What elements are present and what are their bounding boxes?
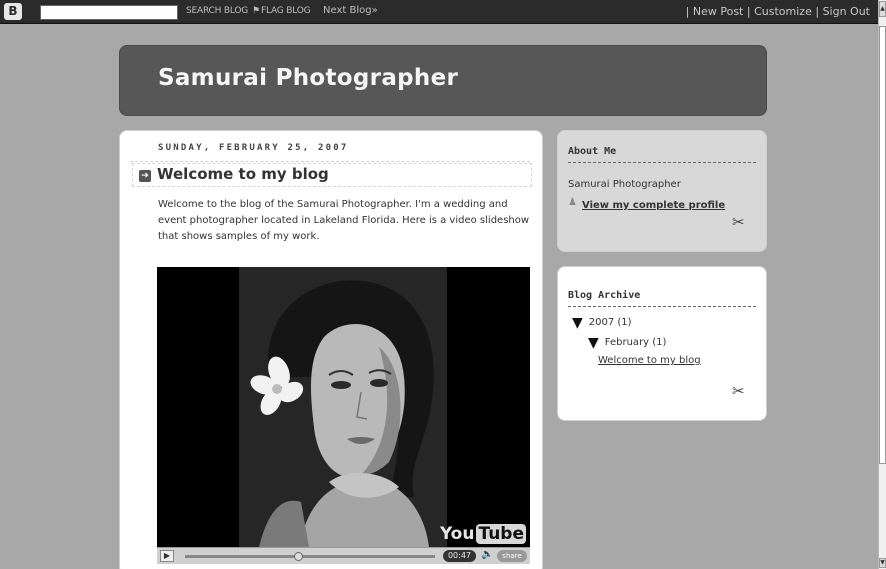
- time-display: 00:47: [443, 550, 476, 562]
- search-blog-button[interactable]: SEARCH BLOG: [186, 6, 248, 16]
- main-column: SUNDAY, FEBRUARY 25, 2007 ➔ Welcome to m…: [119, 130, 543, 569]
- archive-year-label[interactable]: 2007 (1): [589, 317, 632, 328]
- triangle-down-icon[interactable]: ▼: [588, 335, 599, 351]
- archive-post-link[interactable]: Welcome to my blog: [598, 355, 701, 366]
- view-profile-link[interactable]: View my complete profile: [582, 200, 725, 211]
- vertical-scrollbar[interactable]: ▲ ▼: [878, 0, 886, 569]
- progress-knob[interactable]: [293, 552, 303, 561]
- video-controls: ▶ 00:47 🔈 share: [157, 547, 530, 564]
- scroll-up-arrow-icon[interactable]: ▲: [879, 1, 886, 17]
- about-me-title: About Me: [568, 146, 617, 157]
- volume-icon[interactable]: 🔈: [481, 549, 493, 560]
- tools-icon[interactable]: ✂: [732, 213, 745, 231]
- post-title-box: ➔ Welcome to my blog: [132, 163, 532, 187]
- post-body: Welcome to the blog of the Samurai Photo…: [158, 199, 530, 242]
- sign-out-link[interactable]: Sign Out: [823, 5, 870, 18]
- date-header: SUNDAY, FEBRUARY 25, 2007: [158, 143, 349, 153]
- search-input[interactable]: [40, 5, 178, 20]
- divider: [568, 162, 756, 163]
- play-icon[interactable]: ▶: [160, 550, 174, 562]
- profile-name: Samurai Photographer: [568, 179, 681, 190]
- nav-separator: |: [685, 5, 690, 18]
- scroll-thumb[interactable]: [879, 26, 886, 464]
- divider: [130, 161, 530, 162]
- person-icon: ♟: [568, 197, 577, 208]
- blog-archive-widget: Blog Archive ▼ 2007 (1) ▼ February (1) Wel…: [557, 266, 767, 421]
- blogger-navbar: B SEARCH BLOG ⚑ FLAG BLOG Next Blog» | N…: [0, 0, 878, 24]
- customize-link[interactable]: Customize: [754, 5, 812, 18]
- youtube-logo-you: You: [439, 524, 475, 544]
- portrait-image: [239, 267, 447, 547]
- new-post-link[interactable]: New Post: [693, 5, 744, 18]
- archive-post-link-label[interactable]: Welcome to my blog: [598, 355, 701, 366]
- video-frame-portrait[interactable]: [239, 267, 447, 547]
- archive-month[interactable]: ▼ February (1): [588, 335, 666, 351]
- blogger-logo-icon[interactable]: B: [4, 3, 22, 20]
- archive-title: Blog Archive: [568, 290, 641, 301]
- archive-year[interactable]: ▼ 2007 (1): [572, 315, 632, 331]
- nav-separator: |: [746, 5, 751, 18]
- flag-blog-button[interactable]: FLAG BLOG: [261, 6, 311, 16]
- youtube-logo-tube: Tube: [476, 524, 526, 544]
- about-me-widget: About Me Samurai Photographer ♟ View my …: [557, 130, 767, 252]
- youtube-video-player[interactable]: You Tube ▶ 00:47 🔈 share: [157, 267, 530, 564]
- tools-icon[interactable]: ✂: [732, 382, 745, 400]
- blog-header: Samurai Photographer: [119, 45, 767, 116]
- flag-icon[interactable]: ⚑: [252, 6, 260, 16]
- triangle-down-icon[interactable]: ▼: [572, 315, 583, 331]
- post-title[interactable]: Welcome to my blog: [157, 165, 329, 183]
- next-blog-link[interactable]: Next Blog»: [323, 5, 378, 16]
- scroll-down-arrow-icon[interactable]: ▼: [879, 558, 886, 568]
- progress-track[interactable]: [185, 552, 435, 561]
- divider: [568, 306, 756, 307]
- archive-month-label[interactable]: February (1): [605, 337, 667, 348]
- youtube-logo[interactable]: You Tube: [440, 524, 526, 544]
- nav-separator: |: [815, 5, 820, 18]
- share-button[interactable]: share: [497, 550, 527, 562]
- nav-account-links: | New Post | Customize | Sign Out: [686, 5, 870, 18]
- post-arrow-icon: ➔: [139, 170, 151, 182]
- blog-title[interactable]: Samurai Photographer: [158, 65, 458, 91]
